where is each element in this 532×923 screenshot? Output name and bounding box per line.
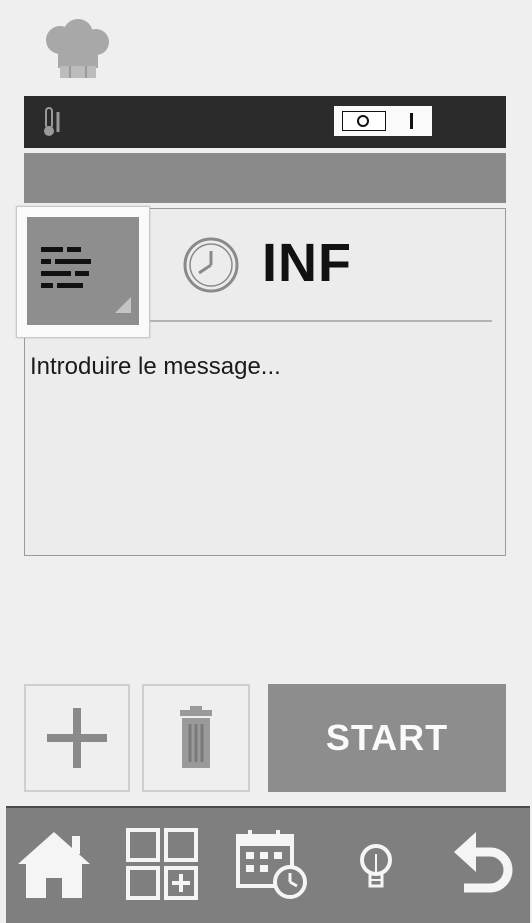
power-switch[interactable] bbox=[334, 106, 432, 136]
message-lines-icon bbox=[41, 247, 131, 313]
title-bar bbox=[24, 153, 506, 203]
trash-icon bbox=[180, 706, 212, 768]
status-bar bbox=[24, 96, 506, 148]
back-arrow-icon bbox=[454, 832, 513, 893]
bottom-nav bbox=[6, 806, 530, 923]
divider bbox=[150, 320, 492, 322]
home-icon bbox=[18, 832, 90, 898]
nav-programs[interactable] bbox=[118, 820, 206, 908]
calendar-clock-icon bbox=[236, 830, 307, 899]
nav-back[interactable] bbox=[438, 820, 526, 908]
chef-hat-icon bbox=[46, 19, 109, 78]
nav-home[interactable] bbox=[10, 820, 98, 908]
lightbulb-icon bbox=[360, 844, 392, 888]
thermometer-icon bbox=[44, 107, 60, 136]
nav-schedule[interactable] bbox=[228, 820, 316, 908]
message-type-button[interactable] bbox=[16, 206, 150, 338]
grid-add-icon bbox=[126, 828, 198, 900]
start-button[interactable]: START bbox=[268, 684, 506, 792]
plus-icon bbox=[47, 708, 107, 768]
duration-value: INF bbox=[262, 233, 352, 293]
message-input[interactable]: Introduire le message... bbox=[30, 352, 281, 382]
clock-icon bbox=[183, 237, 239, 293]
add-button[interactable] bbox=[24, 684, 130, 792]
nav-tips[interactable] bbox=[332, 820, 420, 908]
delete-button[interactable] bbox=[142, 684, 250, 792]
